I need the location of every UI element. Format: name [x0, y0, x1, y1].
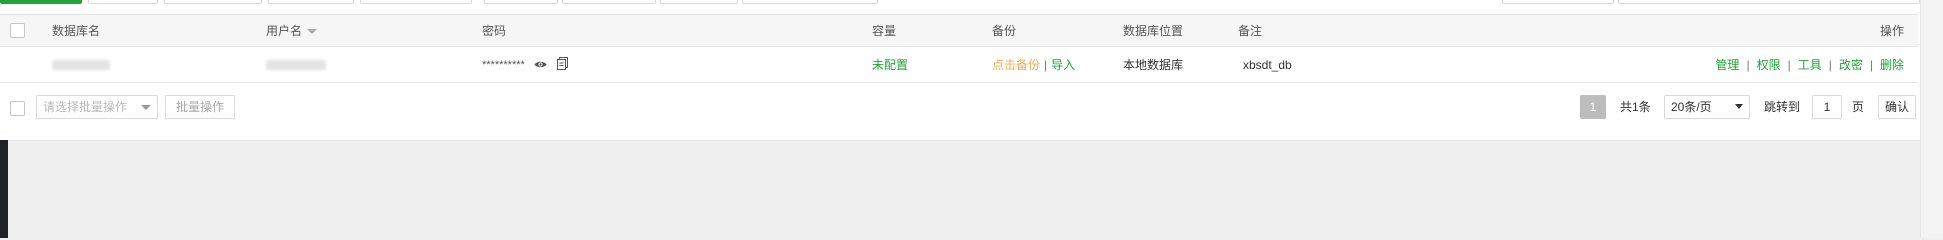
scrollbar-track[interactable]	[1920, 0, 1943, 238]
table-header-row: 数据库名 用户名 密码 容量 备份 数据库位置 备注 操作	[0, 14, 1918, 47]
jump-page-input[interactable]: 1	[1812, 95, 1842, 119]
select-all-checkbox[interactable]	[10, 23, 25, 39]
copy-icon[interactable]	[556, 56, 568, 73]
db-remark: xbsdt_db	[1243, 57, 1292, 72]
pagination-current-page[interactable]: 1	[1580, 95, 1606, 119]
capacity-status[interactable]: 未配置	[872, 58, 908, 72]
action-separator: |	[1787, 58, 1791, 72]
header-backup: 备份	[992, 24, 1017, 38]
action-tools[interactable]: 工具	[1798, 58, 1822, 72]
sidebar-edge	[0, 140, 8, 238]
import-link[interactable]: 导入	[1051, 58, 1075, 72]
password-masked: **********	[482, 58, 525, 71]
page-size-value: 20条/页	[1671, 100, 1712, 114]
action-manage[interactable]: 管理	[1715, 58, 1739, 72]
dropdown-arrow-icon	[1735, 104, 1743, 109]
bottom-toolbar: 请选择批量操作 批量操作 1 共1条 20条/页 跳转到 1 页 确认	[0, 91, 1918, 123]
sort-down-icon[interactable]	[307, 29, 318, 35]
eye-icon[interactable]	[534, 58, 547, 72]
username-redacted	[266, 60, 326, 71]
database-panel: 数据库名 用户名 密码 容量 备份 数据库位置 备注 操作 **********	[0, 0, 1920, 141]
jump-confirm-button[interactable]: 确认	[1878, 95, 1916, 119]
batch-operation-button[interactable]: 批量操作	[165, 95, 235, 119]
top-filter-box[interactable]	[1618, 0, 1920, 4]
top-search-box[interactable]	[1502, 0, 1614, 4]
top-button-2[interactable]	[88, 0, 158, 4]
table-row: ********** 未配置 点击备份 | 导入 本地数据库 xbsdt_db 管理…	[0, 47, 1918, 83]
batch-select-placeholder: 请选择批量操作	[43, 100, 128, 114]
action-permissions[interactable]: 权限	[1757, 58, 1781, 72]
db-location: 本地数据库	[1123, 58, 1184, 72]
batch-operation-select[interactable]: 请选择批量操作	[36, 95, 158, 119]
top-button-3[interactable]	[164, 0, 262, 4]
header-db-name: 数据库名	[52, 24, 101, 38]
header-password: 密码	[482, 24, 507, 38]
db-name-redacted	[52, 60, 110, 71]
top-button-7[interactable]	[562, 0, 656, 4]
page-unit-label: 页	[1852, 100, 1865, 114]
action-change-password[interactable]: 改密	[1839, 58, 1863, 72]
row-actions: 管理 | 权限 | 工具 | 改密 | 删除	[1380, 47, 1918, 83]
bottom-select-all-checkbox[interactable]	[10, 101, 25, 116]
top-button-8[interactable]	[660, 0, 738, 4]
header-remark: 备注	[1238, 24, 1263, 38]
top-button-5[interactable]	[360, 0, 472, 4]
header-actions: 操作	[1879, 24, 1904, 38]
pagination-total: 共1条	[1620, 100, 1651, 114]
chevron-down-icon	[141, 105, 151, 110]
action-separator: |	[1746, 58, 1750, 72]
action-separator: |	[1869, 58, 1873, 72]
jump-to-label: 跳转到	[1764, 100, 1801, 114]
header-location: 数据库位置	[1123, 24, 1184, 38]
top-button-6[interactable]	[484, 0, 558, 4]
header-capacity: 容量	[872, 24, 897, 38]
action-delete[interactable]: 删除	[1880, 58, 1904, 72]
backup-link[interactable]: 点击备份	[992, 58, 1040, 72]
database-table: 数据库名 用户名 密码 容量 备份 数据库位置 备注 操作 **********	[0, 14, 1918, 83]
top-button-9[interactable]	[742, 0, 878, 4]
top-button-4[interactable]	[268, 0, 354, 4]
action-separator: |	[1828, 58, 1832, 72]
backup-separator: |	[1044, 58, 1048, 72]
row-checkbox[interactable]	[10, 57, 25, 73]
page-size-select[interactable]: 20条/页	[1664, 95, 1750, 119]
top-primary-button[interactable]	[0, 0, 82, 4]
header-username[interactable]: 用户名	[266, 15, 482, 47]
header-username-label: 用户名	[266, 24, 303, 38]
